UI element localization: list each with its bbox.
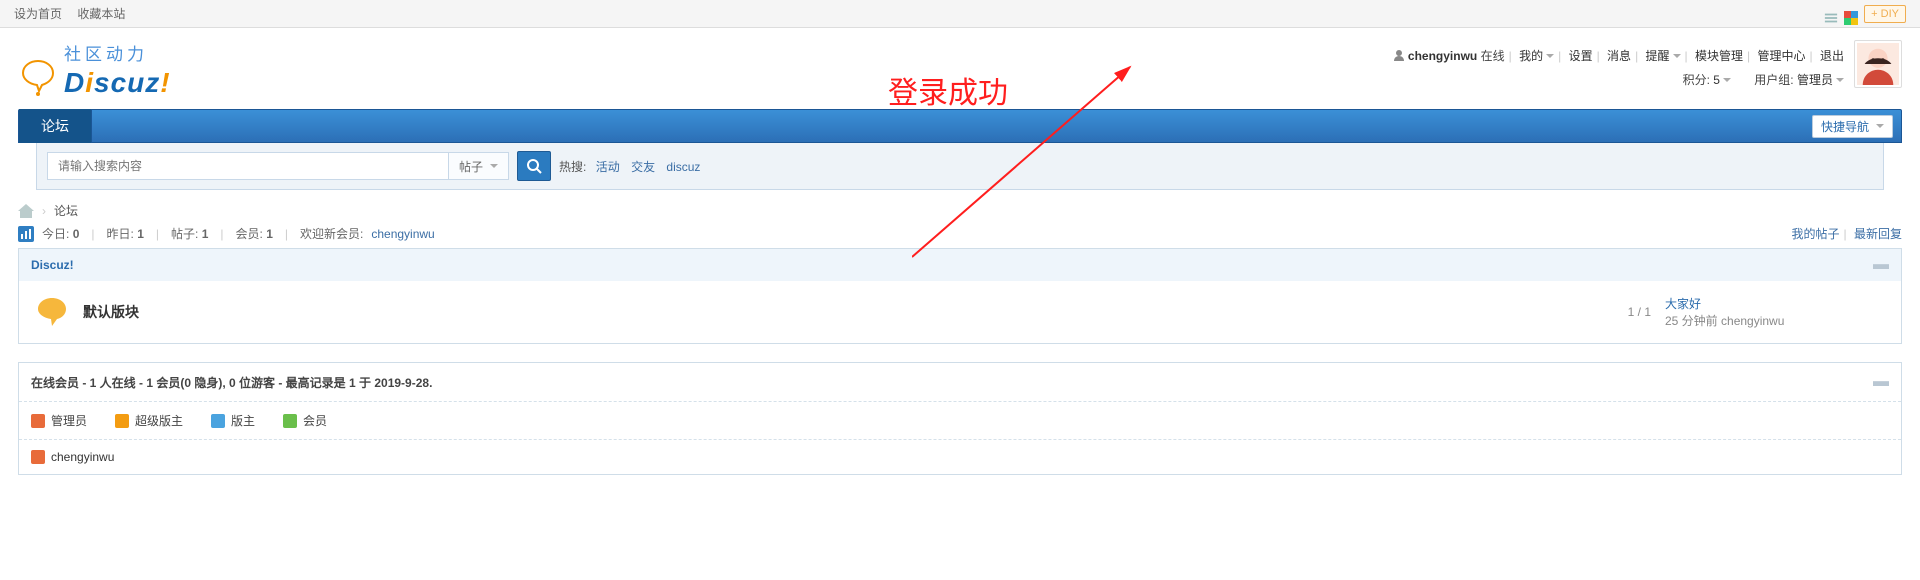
latest-replies-link[interactable]: 最新回复 bbox=[1854, 227, 1902, 241]
admin-center-link[interactable]: 管理中心 bbox=[1758, 49, 1806, 63]
section-title[interactable]: Discuz! bbox=[31, 258, 74, 272]
messages-link[interactable]: 消息 bbox=[1607, 49, 1631, 63]
breadcrumb: › 论坛 bbox=[18, 202, 1902, 219]
points-label: 积分: bbox=[1683, 73, 1710, 87]
collapse-online-icon[interactable]: ▬ bbox=[1873, 373, 1889, 391]
points-value[interactable]: 5 bbox=[1713, 73, 1731, 87]
search-input[interactable] bbox=[48, 153, 448, 179]
breadcrumb-current: 论坛 bbox=[54, 202, 78, 219]
hot-link-2[interactable]: discuz bbox=[666, 160, 700, 174]
smod-color-icon bbox=[115, 414, 129, 428]
stats-icon[interactable] bbox=[18, 226, 34, 242]
favorite-site-link[interactable]: 收藏本站 bbox=[77, 7, 125, 21]
username-link[interactable]: chengyinwu bbox=[1408, 49, 1477, 63]
collapse-icon[interactable] bbox=[1824, 7, 1838, 21]
site-logo[interactable]: 社区动力 Discuz! bbox=[18, 40, 171, 99]
logo-bubble-icon bbox=[18, 59, 58, 99]
user-panel: chengyinwu 在线| 我的| 设置| 消息| 提醒| 模块管理| 管理中… bbox=[1393, 40, 1902, 99]
hot-label: 热搜: bbox=[559, 160, 586, 174]
online-status: 在线 bbox=[1481, 49, 1505, 63]
user-role-icon bbox=[31, 450, 45, 464]
usergroup-value[interactable]: 管理员 bbox=[1797, 73, 1844, 87]
logo-tagline: 社区动力 bbox=[64, 40, 171, 65]
last-post-title[interactable]: 大家好 bbox=[1665, 297, 1701, 311]
module-admin-link[interactable]: 模块管理 bbox=[1695, 49, 1743, 63]
forum-stats-line: 今日: 0| 昨日: 1| 帖子: 1| 会员: 1| 欢迎新会员: cheng… bbox=[18, 225, 1902, 242]
forum-row: 默认版块 1 / 1 大家好 25 分钟前 chengyinwu bbox=[19, 281, 1901, 343]
forum-name-link[interactable]: 默认版块 bbox=[83, 302, 1614, 322]
hot-searches: 热搜: 活动 交友 discuz bbox=[559, 158, 708, 175]
usergroup-label: 用户组: bbox=[1754, 73, 1793, 87]
diy-button[interactable]: + DIY bbox=[1864, 5, 1906, 23]
user-icon bbox=[1393, 49, 1405, 61]
forum-bubble-icon bbox=[35, 296, 69, 328]
online-members-box: 在线会员 - 1 人在线 - 1 会员(0 隐身), 0 位游客 - 最高记录是… bbox=[18, 362, 1902, 475]
my-menu[interactable]: 我的 bbox=[1519, 49, 1554, 63]
forum-counts: 1 / 1 bbox=[1628, 305, 1651, 319]
hot-link-1[interactable]: 交友 bbox=[631, 160, 655, 174]
search-bar: 帖子 热搜: 活动 交友 discuz bbox=[36, 143, 1884, 190]
nav-forum-tab[interactable]: 论坛 bbox=[19, 109, 92, 143]
hot-link-0[interactable]: 活动 bbox=[596, 160, 620, 174]
admin-color-icon bbox=[31, 414, 45, 428]
home-icon[interactable] bbox=[18, 204, 34, 218]
search-button[interactable] bbox=[517, 151, 551, 181]
search-icon bbox=[526, 158, 542, 174]
online-user-link[interactable]: chengyinwu bbox=[51, 450, 114, 464]
collapse-section-icon[interactable]: ▬ bbox=[1873, 256, 1889, 274]
notices-menu[interactable]: 提醒 bbox=[1646, 49, 1681, 63]
online-summary: 在线会员 - 1 人在线 - 1 会员(0 隐身), 0 位游客 - 最高记录是… bbox=[31, 374, 432, 391]
forum-last-post: 大家好 25 分钟前 chengyinwu bbox=[1665, 295, 1885, 329]
logo-brand: Discuz! bbox=[64, 67, 171, 99]
avatar[interactable] bbox=[1854, 40, 1902, 88]
my-posts-link[interactable]: 我的帖子 bbox=[1792, 227, 1840, 241]
role-member: 会员 bbox=[303, 412, 327, 429]
role-mod: 版主 bbox=[231, 412, 255, 429]
forum-section: Discuz! ▬ 默认版块 1 / 1 大家好 25 分钟前 chengyin… bbox=[18, 248, 1902, 344]
search-type-select[interactable]: 帖子 bbox=[448, 153, 508, 179]
top-utility-bar: 设为首页 收藏本站 + DIY bbox=[0, 0, 1920, 28]
new-member-link[interactable]: chengyinwu bbox=[371, 227, 434, 241]
header: 社区动力 Discuz! chengyinwu 在线| 我的| 设置| 消息| … bbox=[0, 28, 1920, 109]
settings-link[interactable]: 设置 bbox=[1569, 49, 1593, 63]
logout-link[interactable]: 退出 bbox=[1820, 49, 1844, 63]
mod-color-icon bbox=[211, 414, 225, 428]
set-homepage-link[interactable]: 设为首页 bbox=[14, 7, 62, 21]
role-admin: 管理员 bbox=[51, 412, 87, 429]
member-color-icon bbox=[283, 414, 297, 428]
main-nav: 论坛 快捷导航 bbox=[18, 109, 1902, 143]
chevron-right-icon: › bbox=[42, 204, 46, 218]
last-post-meta: 25 分钟前 chengyinwu bbox=[1665, 314, 1784, 328]
role-super-mod: 超级版主 bbox=[135, 412, 183, 429]
palette-icon[interactable] bbox=[1844, 7, 1858, 21]
quick-nav-button[interactable]: 快捷导航 bbox=[1812, 115, 1893, 138]
